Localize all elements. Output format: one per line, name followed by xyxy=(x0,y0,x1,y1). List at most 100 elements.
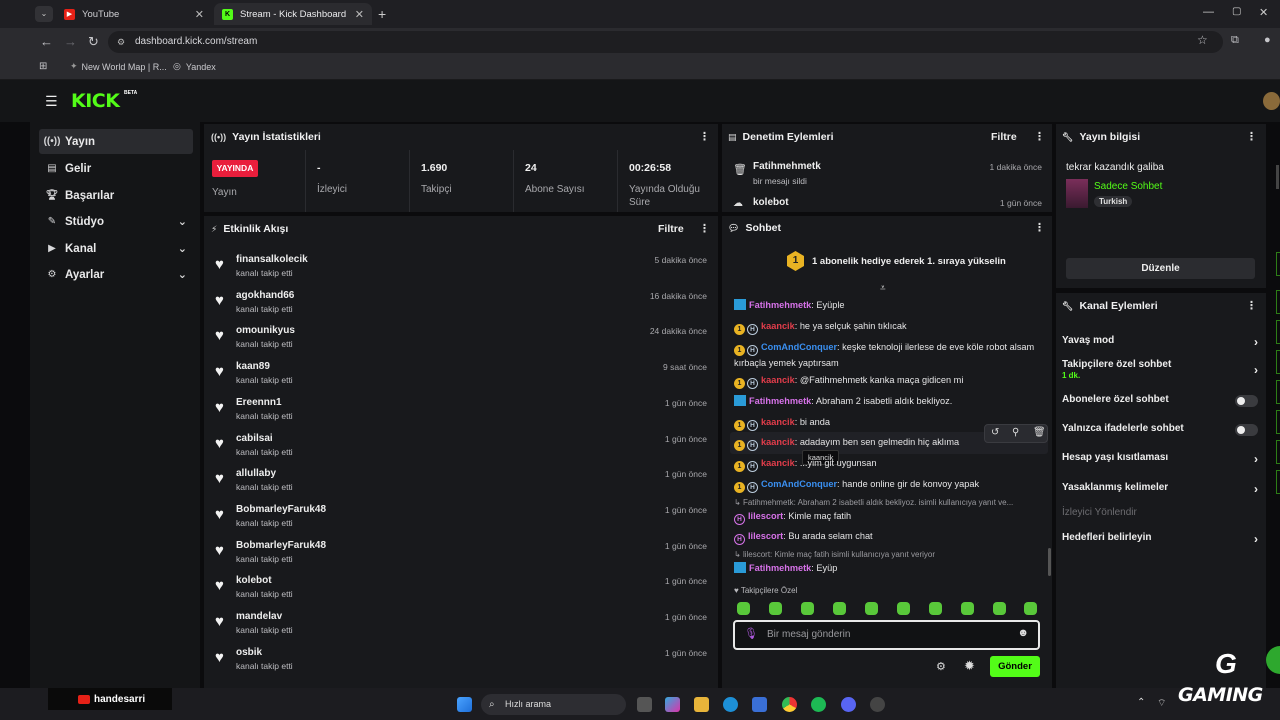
activity-event[interactable]: ♥ omounikyus kanalı takip etti 24 dakika ön… xyxy=(215,322,710,356)
chat-settings-icon[interactable]: ⚙ xyxy=(936,660,946,673)
url-input[interactable]: ⚙ dashboard.kick.com/stream xyxy=(108,31,1223,53)
activity-event[interactable]: ♥ finansalkolecik kanalı takip etti 5 dakik… xyxy=(215,251,710,285)
pin-icon[interactable]: ⚲ xyxy=(1012,427,1019,438)
copilot-icon[interactable] xyxy=(665,697,680,712)
site-info-icon[interactable]: ⚙ xyxy=(117,31,125,53)
chrome-icon[interactable] xyxy=(782,697,797,712)
activity-event[interactable]: ♥ kaan89 kanalı takip etti 9 saat önce xyxy=(215,358,710,392)
chat-scrollbar[interactable] xyxy=(1048,548,1051,576)
emote-icon[interactable] xyxy=(897,602,910,615)
activity-filter-button[interactable]: Filtre xyxy=(658,223,684,235)
activity-event[interactable]: ♥ cabilsai kanalı takip etti 1 gün önce xyxy=(215,430,710,464)
panel-scrollbar[interactable] xyxy=(1276,165,1279,189)
pinned-toggle-icon[interactable]: ⩡ xyxy=(880,283,886,294)
chat-message[interactable]: Hlilescort: Bu arada selam chat xyxy=(734,529,1039,545)
sidebar-item-ayarlar[interactable]: ⚙ Ayarlar ⌄ xyxy=(39,262,193,287)
chat-message[interactable]: 1 H ComAndConquer: hande online gir de kon… xyxy=(734,477,1039,493)
send-button[interactable]: Gönder xyxy=(990,656,1040,677)
sidebar-item-gelir[interactable]: ▤ Gelir xyxy=(39,156,193,181)
close-tab-icon[interactable]: ✕ xyxy=(355,8,364,21)
kebab-menu-icon[interactable]: ⋮ xyxy=(699,130,710,143)
chat-mod-icon[interactable]: ✹ xyxy=(964,658,975,674)
chat-message[interactable]: Fatihmehmetk: Eyüp xyxy=(734,561,1039,575)
activity-event[interactable]: ♥ kolebot kanalı takip etti 1 gün önce xyxy=(215,572,710,606)
kebab-menu-icon[interactable]: ⋮ xyxy=(1034,130,1045,143)
microphone-icon[interactable]: 🎙︎ xyxy=(744,627,758,640)
chat-message[interactable]: 1 Hkaancik: @Fatihmehmetk kanka maça gidi… xyxy=(734,373,1039,389)
discord-icon[interactable] xyxy=(841,697,856,712)
emote-icon[interactable] xyxy=(769,602,782,615)
extensions-icon[interactable]: ⧉ xyxy=(1231,34,1239,47)
minimize-icon[interactable]: — xyxy=(1203,6,1214,18)
category-name[interactable]: Sadece Sohbet xyxy=(1094,181,1162,192)
emote-icon[interactable] xyxy=(833,602,846,615)
chat-message[interactable]: Hlilescort: Kimle maç fatih xyxy=(734,509,1039,525)
moderation-filter-button[interactable]: Filtre xyxy=(991,131,1017,143)
emote-icon[interactable] xyxy=(1024,602,1037,615)
sidebar-item-kanal[interactable]: ▶ Kanal ⌄ xyxy=(39,236,193,261)
emote-icon[interactable] xyxy=(801,602,814,615)
edit-button[interactable]: Düzenle xyxy=(1066,258,1255,279)
activity-event[interactable]: ♥ BobmarleyFaruk48 kanalı takip etti 1 gün … xyxy=(215,501,710,535)
kebab-menu-icon[interactable]: ⋮ xyxy=(1246,299,1257,312)
subscribers-only-toggle[interactable] xyxy=(1235,395,1258,407)
chat-message[interactable]: 1 Hkaancik: ...yim git uygunsan xyxy=(734,456,1039,472)
emote-icon[interactable] xyxy=(865,602,878,615)
sidebar-item-studyo[interactable]: ✎ Stüdyo ⌄ xyxy=(39,209,193,234)
app-icon[interactable] xyxy=(870,697,885,712)
set-goals-row[interactable]: Hedefleri belirleyin › xyxy=(1062,532,1262,546)
chat-message[interactable]: Fatihmehmetk: Eyüple xyxy=(734,298,1039,312)
bookmark-item[interactable]: ◎ Yandex xyxy=(173,61,216,72)
edge-icon[interactable] xyxy=(723,697,738,712)
spotify-icon[interactable] xyxy=(811,697,826,712)
activity-event[interactable]: ♥ allullaby kanalı takip etti 1 gün önce xyxy=(215,465,710,499)
avatar[interactable] xyxy=(1263,92,1280,110)
kebab-menu-icon[interactable]: ⋮ xyxy=(1034,221,1045,234)
emote-icon[interactable] xyxy=(929,602,942,615)
apps-icon[interactable]: ⊞ xyxy=(39,61,47,72)
emoji-icon[interactable]: ☻ xyxy=(1017,627,1029,639)
forward-icon[interactable]: → xyxy=(64,34,77,49)
tab-kick-dashboard[interactable]: K Stream - Kick Dashboard ✕ xyxy=(214,3,372,25)
tab-youtube[interactable]: ▶ YouTube ✕ xyxy=(56,3,212,25)
profile-icon[interactable]: ● xyxy=(1264,34,1271,46)
menu-hamburger-icon[interactable]: ☰ xyxy=(45,93,58,110)
windows-start-icon[interactable] xyxy=(457,697,472,712)
activity-event[interactable]: ♥ mandelav kanalı takip etti 1 gün önce xyxy=(215,608,710,642)
followers-only-row[interactable]: Takipçilere özel sohbet › 1 dk. xyxy=(1062,359,1262,380)
close-window-icon[interactable]: ✕ xyxy=(1259,6,1268,19)
sidebar-item-yayin[interactable]: ((•)) Yayın xyxy=(39,129,193,154)
sidebar-item-basarilar[interactable]: 🏆︎ Başarılar xyxy=(39,183,193,208)
chat-message[interactable]: 1 Hkaancik: he ya selçuk şahin tıklıcak xyxy=(734,319,1039,335)
emote-icon[interactable] xyxy=(961,602,974,615)
store-icon[interactable] xyxy=(752,697,767,712)
file-explorer-icon[interactable] xyxy=(694,697,709,712)
kebab-menu-icon[interactable]: ⋮ xyxy=(699,222,710,235)
slow-mode-row[interactable]: Yavaş mod › xyxy=(1062,335,1262,349)
activity-event[interactable]: ♥ osbik kanalı takip etti 1 gün önce xyxy=(215,644,710,678)
taskbar-search[interactable]: ⌕ Hızlı arama xyxy=(481,694,626,715)
task-view-icon[interactable] xyxy=(637,697,652,712)
gift-banner[interactable]: 1 1 abonelik hediye ederek 1. sıraya yük… xyxy=(787,251,1006,271)
account-age-row[interactable]: Hesap yaşı kısıtlaması › xyxy=(1062,452,1262,466)
close-tab-icon[interactable]: ✕ xyxy=(195,8,204,21)
banned-words-row[interactable]: Yasaklanmış kelimeler › xyxy=(1062,482,1262,496)
new-tab-button[interactable]: + xyxy=(378,6,386,22)
network-icon[interactable]: ⌔ xyxy=(1157,697,1166,710)
bookmark-item[interactable]: ✦ New World Map | R... xyxy=(70,61,167,72)
emote-only-toggle[interactable] xyxy=(1235,424,1258,436)
emote-icon[interactable] xyxy=(737,602,750,615)
subscribers-only-row[interactable]: Abonelere özel sohbet xyxy=(1062,394,1262,407)
activity-event[interactable]: ♥ BobmarleyFaruk48 kanalı takip etti 1 gün … xyxy=(215,537,710,571)
chat-input[interactable]: 🎙︎ Bir mesaj gönderin ☻ xyxy=(733,620,1040,650)
back-icon[interactable]: ← xyxy=(40,34,53,49)
timeout-icon[interactable]: ↺ xyxy=(991,427,999,438)
emote-icon[interactable] xyxy=(993,602,1006,615)
chat-message[interactable]: 1 H ComAndConquer: keşke teknoloji ilerles… xyxy=(734,340,1039,370)
reload-icon[interactable]: ↻ xyxy=(88,34,99,50)
tab-list-button[interactable]: ⌄ xyxy=(35,6,53,22)
emote-only-row[interactable]: Yalnızca ifadelerle sohbet xyxy=(1062,423,1262,436)
delete-icon[interactable]: 🗑︎ xyxy=(1033,427,1046,438)
activity-event[interactable]: ♥ agokhand66 kanalı takip etti 16 dakika ön… xyxy=(215,287,710,321)
activity-event[interactable]: ♥ Ereennn1 kanalı takip etti 1 gün önce xyxy=(215,394,710,428)
